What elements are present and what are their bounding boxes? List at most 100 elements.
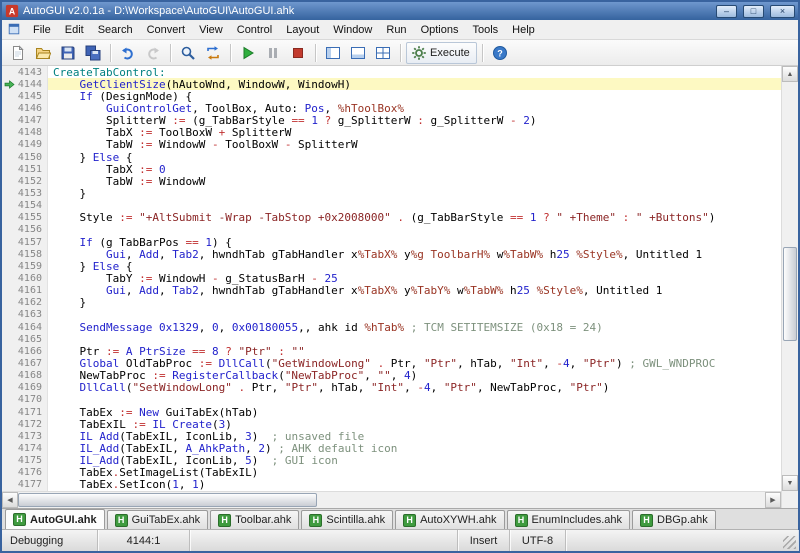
line-number[interactable]: 4164 — [16, 321, 48, 333]
marker-margin[interactable] — [2, 321, 16, 333]
menu-item-layout[interactable]: Layout — [279, 22, 326, 38]
marker-margin[interactable] — [2, 260, 16, 272]
scroll-down-button[interactable]: ▼ — [782, 475, 798, 491]
menu-item-window[interactable]: Window — [326, 22, 379, 38]
new-file-button[interactable] — [6, 42, 30, 64]
line-number[interactable]: 4153 — [16, 187, 48, 199]
undo-button[interactable] — [116, 42, 140, 64]
menu-item-help[interactable]: Help — [505, 22, 542, 38]
replace-button[interactable] — [201, 42, 225, 64]
find-button[interactable] — [176, 42, 200, 64]
file-tab-toolbar-ahk[interactable]: HToolbar.ahk — [210, 510, 299, 529]
code-text[interactable]: DllCall("SetWindowLong" . Ptr, "Ptr", hT… — [48, 382, 781, 394]
menu-item-view[interactable]: View — [192, 22, 230, 38]
line-number[interactable]: 4165 — [16, 333, 48, 345]
horizontal-scroll-track[interactable] — [18, 492, 765, 508]
marker-margin[interactable] — [2, 187, 16, 199]
menu-item-file[interactable]: File — [26, 22, 58, 38]
resize-grip[interactable] — [783, 536, 796, 549]
code-line[interactable]: 4167 Global OldTabProc := DllCall("GetWi… — [2, 357, 781, 369]
line-number[interactable]: 4149 — [16, 139, 48, 151]
menu-item-tools[interactable]: Tools — [465, 22, 505, 38]
code-text[interactable]: GuiControlGet, ToolBox, Auto: Pos, %hToo… — [48, 102, 781, 114]
line-number[interactable]: 4148 — [16, 127, 48, 139]
marker-margin[interactable] — [2, 297, 16, 309]
marker-margin[interactable] — [2, 479, 16, 491]
minimize-button[interactable]: – — [716, 5, 737, 18]
code-line[interactable]: 4173 IL_Add(TabExIL, IconLib, 3) ; unsav… — [2, 430, 781, 442]
code-text[interactable]: Gui, Add, Tab2, hwndhTab gTabHandler x%T… — [48, 285, 781, 297]
marker-margin[interactable] — [2, 418, 16, 430]
line-number[interactable]: 4157 — [16, 236, 48, 248]
code-line[interactable]: 4156 — [2, 224, 781, 236]
line-number[interactable]: 4172 — [16, 418, 48, 430]
code-line[interactable]: 4168 NewTabProc := RegisterCallback("New… — [2, 370, 781, 382]
code-text[interactable]: Gui, Add, Tab2, hwndhTab gTabHandler x%T… — [48, 248, 781, 260]
line-number[interactable]: 4162 — [16, 297, 48, 309]
run-button[interactable] — [236, 42, 260, 64]
line-number[interactable]: 4161 — [16, 285, 48, 297]
marker-margin[interactable] — [2, 382, 16, 394]
code-text[interactable]: If (g_TabBarPos == 1) { — [48, 236, 781, 248]
marker-margin[interactable] — [2, 139, 16, 151]
marker-margin[interactable] — [2, 430, 16, 442]
code-text[interactable]: SplitterW := (g_TabBarStyle == 1 ? g_Spl… — [48, 115, 781, 127]
line-number[interactable]: 4177 — [16, 479, 48, 491]
marker-margin[interactable] — [2, 224, 16, 236]
line-number[interactable]: 4160 — [16, 272, 48, 284]
code-line[interactable]: 4177 TabEx.SetIcon(1, 1) — [2, 479, 781, 491]
line-number[interactable]: 4150 — [16, 151, 48, 163]
code-text[interactable]: TabW := WindowW - ToolBoxW - SplitterW — [48, 139, 781, 151]
line-number[interactable]: 4163 — [16, 309, 48, 321]
code-line[interactable]: 4154 — [2, 200, 781, 212]
code-text[interactable] — [48, 394, 781, 406]
code-text[interactable]: TabEx.SetIcon(1, 1) — [48, 479, 781, 491]
code-line[interactable]: 4150 } Else { — [2, 151, 781, 163]
marker-margin[interactable] — [2, 345, 16, 357]
marker-margin[interactable] — [2, 115, 16, 127]
vertical-scroll-thumb[interactable] — [783, 247, 797, 341]
marker-margin[interactable] — [2, 151, 16, 163]
line-number[interactable]: 4143 — [16, 66, 48, 78]
save-all-button[interactable] — [81, 42, 105, 64]
line-number[interactable]: 4174 — [16, 442, 48, 454]
code-text[interactable]: Global OldTabProc := DllCall("GetWindowL… — [48, 357, 781, 369]
help-button[interactable]: ? — [488, 42, 512, 64]
code-line[interactable]: 4160 TabY := WindowH - g_StatusBarH - 25 — [2, 272, 781, 284]
scroll-left-button[interactable]: ◀ — [2, 492, 18, 508]
line-number[interactable]: 4144 — [16, 78, 48, 90]
code-area[interactable]: 4143CreateTabControl:4144 GetClientSize(… — [2, 66, 781, 491]
line-number[interactable]: 4145 — [16, 90, 48, 102]
menu-item-options[interactable]: Options — [414, 22, 466, 38]
code-line[interactable]: 4153 } — [2, 187, 781, 199]
code-line[interactable]: 4171 TabEx := New GuiTabEx(hTab) — [2, 406, 781, 418]
menu-item-control[interactable]: Control — [230, 22, 279, 38]
code-line[interactable]: 4165 — [2, 333, 781, 345]
marker-margin[interactable] — [2, 236, 16, 248]
code-text[interactable]: TabW := WindowW — [48, 175, 781, 187]
line-number[interactable]: 4155 — [16, 212, 48, 224]
redo-button[interactable] — [141, 42, 165, 64]
code-line[interactable]: 4163 — [2, 309, 781, 321]
code-line[interactable]: 4164 SendMessage 0x1329, 0, 0x00180055,,… — [2, 321, 781, 333]
scroll-up-button[interactable]: ▲ — [782, 66, 798, 82]
file-tab-scintilla-ahk[interactable]: HScintilla.ahk — [301, 510, 393, 529]
code-text[interactable]: TabX := ToolBoxW + SplitterW — [48, 127, 781, 139]
marker-margin[interactable] — [2, 333, 16, 345]
line-number[interactable]: 4173 — [16, 430, 48, 442]
code-text[interactable]: If (DesignMode) { — [48, 90, 781, 102]
line-number[interactable]: 4146 — [16, 102, 48, 114]
marker-margin[interactable] — [2, 394, 16, 406]
code-line[interactable]: 4152 TabW := WindowW — [2, 175, 781, 187]
line-number[interactable]: 4169 — [16, 382, 48, 394]
horizontal-scrollbar[interactable]: ◀ ▶ — [2, 491, 781, 508]
line-number[interactable]: 4170 — [16, 394, 48, 406]
menu-item-run[interactable]: Run — [379, 22, 413, 38]
marker-margin[interactable] — [2, 370, 16, 382]
maximize-button[interactable]: □ — [743, 5, 764, 18]
marker-margin[interactable] — [2, 285, 16, 297]
code-line[interactable]: 4151 TabX := 0 — [2, 163, 781, 175]
code-line[interactable]: 4170 — [2, 394, 781, 406]
output-panel-button[interactable] — [346, 42, 370, 64]
menu-item-search[interactable]: Search — [91, 22, 140, 38]
